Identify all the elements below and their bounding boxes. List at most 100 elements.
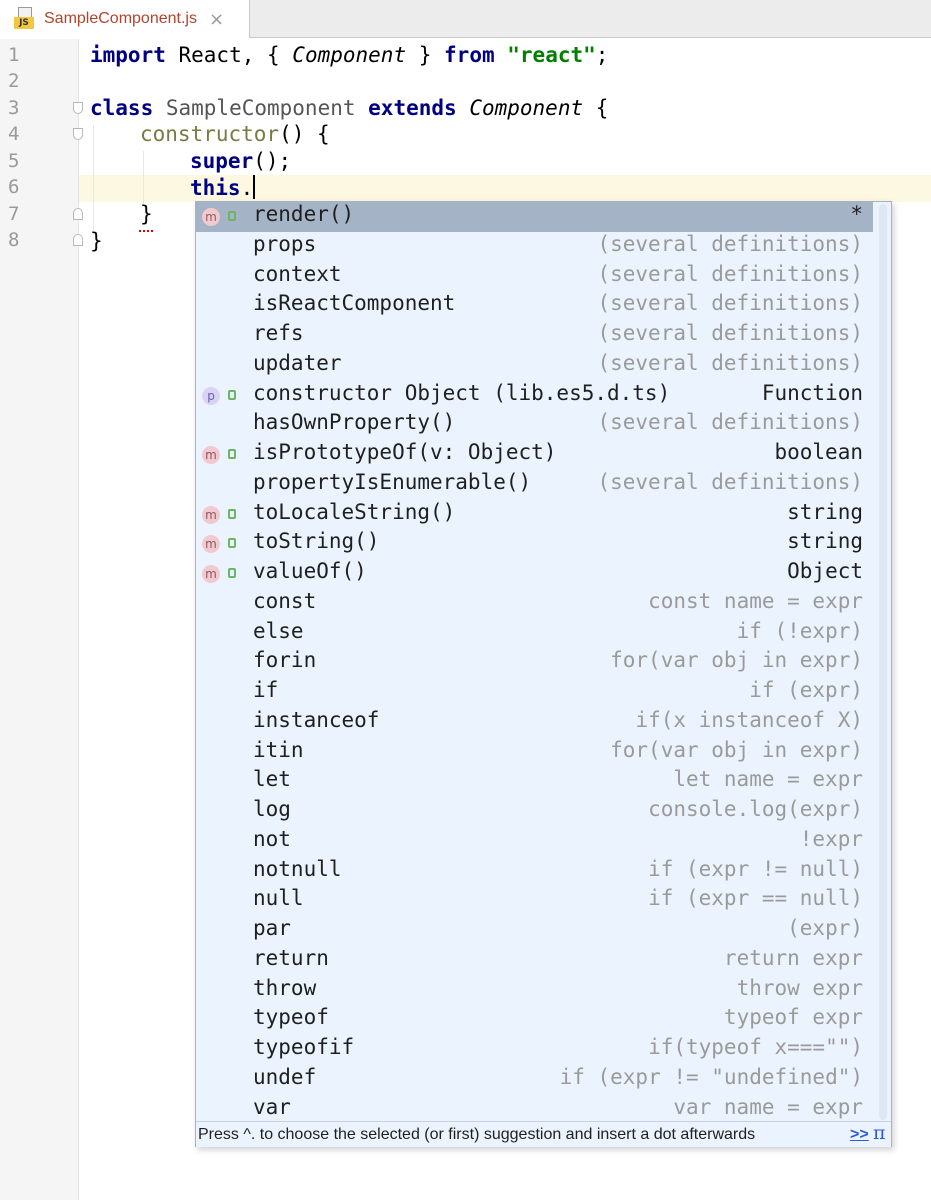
completion-item[interactable]: refs (several definitions)	[196, 321, 873, 351]
completion-item[interactable]: else if (!expr)	[196, 619, 873, 649]
completion-item[interactable]: isReactComponent (several definitions)	[196, 291, 873, 321]
completion-item[interactable]: forin for(var obj in expr)	[196, 648, 873, 678]
code-text: .	[240, 176, 254, 200]
line-number: 1	[8, 44, 20, 66]
completion-item-name: not	[253, 826, 291, 851]
completion-item-name: toLocaleString()	[253, 499, 456, 524]
line-gutter: 1 2 3 4 5 6 7 8	[0, 39, 79, 1200]
pi-icon[interactable]: π	[873, 1122, 886, 1144]
line-number: 5	[8, 150, 20, 172]
completion-item-type: boolean	[774, 440, 863, 464]
lock-icon	[228, 508, 236, 519]
completion-item[interactable]: var var name = expr	[196, 1095, 873, 1125]
code-identifier: Component	[292, 43, 407, 67]
text-cursor	[253, 175, 256, 199]
completion-item-type: if (!expr)	[736, 618, 863, 643]
completion-item-name: if	[253, 678, 279, 702]
keyword: this	[190, 176, 241, 200]
completion-item[interactable]: props (several definitions)	[196, 232, 873, 262]
fold-end-icon[interactable]	[73, 208, 83, 220]
completion-popup: m render() * props (several definitions) cont…	[195, 201, 892, 1147]
completion-item[interactable]: undef if (expr != "undefined")	[196, 1065, 873, 1095]
completion-item[interactable]: propertyIsEnumerable() (several definitio…	[196, 470, 873, 500]
line-number: 6	[8, 176, 20, 198]
completion-item[interactable]: let let name = expr	[196, 767, 873, 797]
completion-item[interactable]: p constructor Object (lib.es5.d.ts) Functi…	[196, 381, 873, 411]
completion-item[interactable]: notnull if (expr != null)	[196, 857, 873, 887]
keyword: extends	[368, 96, 457, 120]
completion-item[interactable]: typeofif if(typeof x==="")	[196, 1035, 873, 1065]
string-literal: "react"	[507, 43, 596, 67]
code-line-4[interactable]: constructor() {	[140, 121, 330, 147]
completion-item-name: instanceof	[253, 707, 380, 732]
completion-item[interactable]: typeof typeof expr	[196, 1005, 873, 1035]
completion-item[interactable]: context (several definitions)	[196, 262, 873, 292]
completion-item[interactable]: m toString() string	[196, 529, 873, 559]
error-squiggle	[139, 225, 153, 232]
completion-item[interactable]: const const name = expr	[196, 589, 873, 619]
completion-item[interactable]: m valueOf() Object	[196, 559, 873, 589]
line-number: 2	[8, 70, 20, 92]
completion-item-type: (several definitions)	[597, 291, 863, 316]
completion-item-name: render()	[253, 202, 355, 226]
completion-item-type: (several definitions)	[597, 261, 863, 286]
completion-item-name: return	[253, 945, 329, 970]
completion-item[interactable]: instanceof if(x instanceof X)	[196, 708, 873, 738]
completion-list: m render() * props (several definitions) cont…	[196, 202, 873, 1124]
code-line-6[interactable]: this.	[190, 175, 256, 201]
completion-item-type: console.log(expr)	[648, 797, 863, 821]
completion-item[interactable]: not !expr	[196, 827, 873, 857]
completion-item[interactable]: m isPrototypeOf(v: Object) boolean	[196, 440, 873, 470]
fold-marker-icon[interactable]	[73, 128, 83, 140]
keyword: super	[190, 149, 254, 173]
keyword: from	[444, 43, 495, 67]
code-text: ;	[595, 43, 609, 67]
close-icon[interactable]: ×	[209, 9, 224, 30]
completion-item-type: Function	[761, 380, 863, 405]
method-name: constructor	[140, 122, 280, 146]
completion-hint: Press ^. to choose the selected (or firs…	[198, 1126, 756, 1143]
more-link[interactable]: >>	[850, 1122, 869, 1147]
completion-item-type: if(typeof x==="")	[648, 1035, 863, 1059]
completion-item[interactable]: if if (expr)	[196, 678, 873, 708]
completion-item-type: for(var obj in expr)	[610, 648, 863, 673]
fold-end-icon[interactable]	[73, 234, 83, 246]
completion-item-type: (several definitions)	[597, 469, 863, 494]
code-line-8[interactable]: }	[90, 228, 103, 254]
lock-icon	[228, 211, 236, 221]
completion-item[interactable]: par (expr)	[196, 916, 873, 946]
completion-item[interactable]: null if (expr == null)	[196, 886, 873, 916]
completion-item[interactable]: throw throw expr	[196, 976, 873, 1006]
completion-item-name: propertyIsEnumerable()	[253, 469, 532, 494]
completion-item-name: itin	[253, 737, 304, 762]
completion-item[interactable]: m render() *	[196, 202, 873, 232]
completion-item[interactable]: log console.log(expr)	[196, 797, 873, 827]
method-icon: m	[202, 535, 220, 554]
completion-item[interactable]: return return expr	[196, 946, 873, 976]
completion-item-type: string	[787, 499, 863, 524]
fold-marker-icon[interactable]	[73, 102, 83, 114]
code-text: }	[406, 43, 445, 67]
completion-item[interactable]: itin for(var obj in expr)	[196, 738, 873, 768]
completion-item[interactable]: m toLocaleString() string	[196, 500, 873, 530]
code-line-3[interactable]: class SampleComponent extends Component …	[90, 95, 608, 121]
completion-item[interactable]: hasOwnProperty() (several definitions)	[196, 410, 873, 440]
code-line-7[interactable]: }	[140, 201, 153, 227]
code-line-5[interactable]: super();	[190, 148, 291, 174]
class-name: SampleComponent	[153, 96, 369, 120]
completion-item-type: var name = expr	[673, 1094, 863, 1119]
completion-item-type: if (expr == null)	[648, 886, 863, 911]
completion-item-type: string	[787, 529, 863, 554]
tab-samplecomponent[interactable]: JS SampleComponent.js ×	[0, 0, 250, 38]
code-text: () {	[279, 122, 330, 146]
code-text: {	[583, 96, 609, 120]
lock-icon	[228, 449, 236, 459]
indent-guide	[143, 151, 144, 206]
code-line-1[interactable]: import React, { Component } from "react"…	[90, 42, 608, 68]
code-identifier: Component	[469, 96, 584, 120]
line-number: 3	[8, 97, 20, 119]
completion-item[interactable]: updater (several definitions)	[196, 351, 873, 381]
scrollbar[interactable]	[877, 204, 889, 1120]
tab-title: SampleComponent.js	[44, 10, 197, 27]
